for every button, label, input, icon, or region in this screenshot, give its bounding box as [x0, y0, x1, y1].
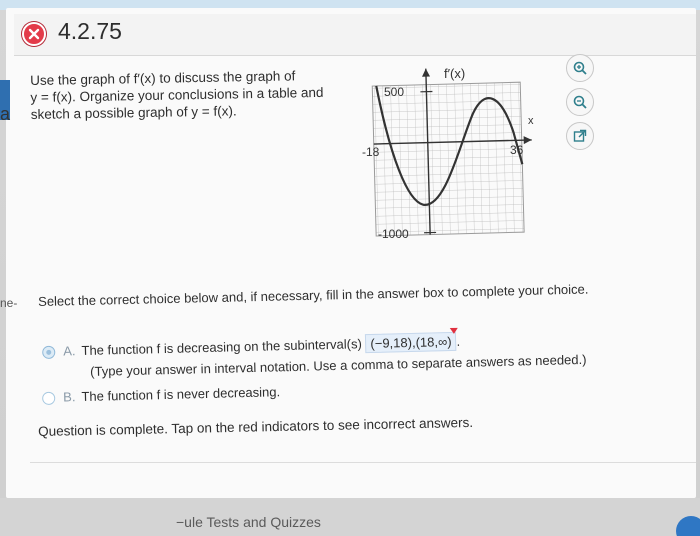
x-axis-label: x: [528, 115, 534, 127]
side-letter: a: [0, 104, 11, 124]
derivative-graph: f′(x) 500 x -18 36 -1000: [362, 66, 534, 241]
incorrect-indicator[interactable]: [450, 327, 459, 335]
choice-a-letter: A.: [63, 343, 76, 359]
choice-b-letter: B.: [62, 389, 76, 405]
y-axis-arrow: [422, 68, 431, 77]
zoom-in-icon[interactable]: [566, 54, 594, 82]
problem-id: 4.2.75: [58, 18, 122, 44]
tests-and-quizzes-link[interactable]: −ule Tests and Quizzes: [176, 514, 321, 530]
divider: [30, 462, 696, 463]
footer-link-label: Tests and Quizzes: [206, 514, 321, 530]
open-new-window-icon[interactable]: [566, 122, 594, 150]
choice-b-radio[interactable]: [42, 391, 56, 406]
answer-box[interactable]: (−9,18),(18,∞): [365, 327, 459, 354]
y-axis-label: f′(x): [444, 66, 465, 81]
y-min-label: -1000: [378, 227, 409, 241]
side-label: ne-: [0, 296, 18, 310]
y-max-label: 500: [384, 85, 404, 99]
choice-a-radio[interactable]: [42, 345, 56, 360]
choice-a-suffix: .: [456, 333, 461, 349]
x-axis-arrow: [523, 136, 532, 145]
zoom-out-icon[interactable]: [566, 88, 594, 116]
x-incorrect-icon[interactable]: [22, 22, 46, 46]
x-min-label: -18: [362, 145, 380, 159]
question-text: Use the graph of f′(x) to discuss the gr…: [30, 66, 361, 123]
x-max-label: 36: [510, 143, 524, 157]
footer-link-prefix: −ule: [176, 514, 203, 530]
footer-bar: [0, 498, 700, 536]
answer-value: (−9,18),(18,∞): [370, 333, 452, 351]
